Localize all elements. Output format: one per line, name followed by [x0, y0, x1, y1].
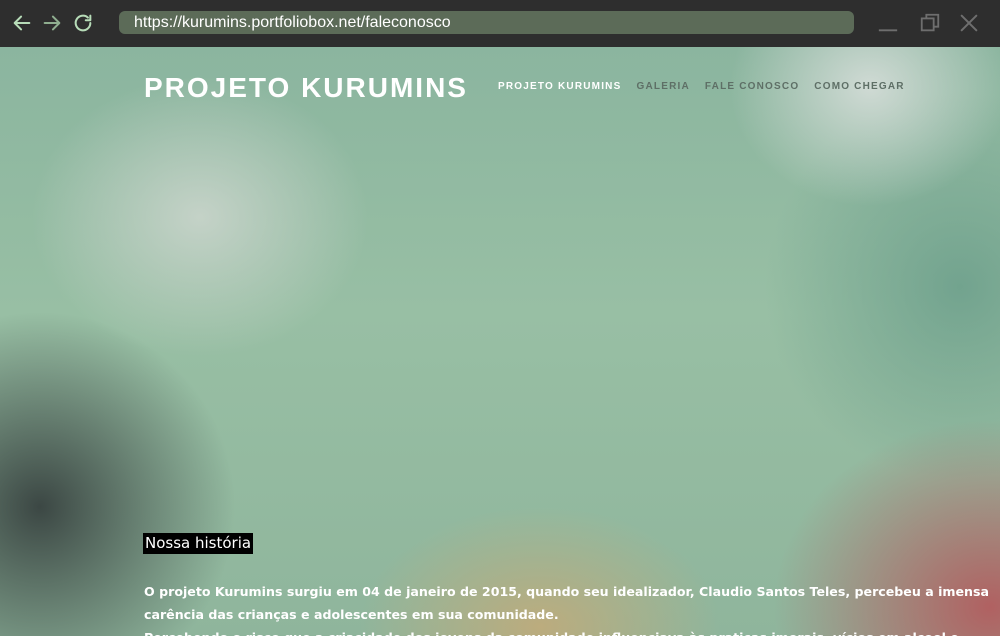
address-bar[interactable]: https://kurumins.portfoliobox.net/faleco…	[119, 11, 854, 34]
browser-toolbar: https://kurumins.portfoliobox.net/faleco…	[0, 0, 1000, 47]
site-brand[interactable]: PROJETO KURUMINS	[144, 72, 468, 104]
page-content: PROJETO KURUMINS PROJETO KURUMINS GALERI…	[0, 47, 1000, 636]
reload-icon[interactable]	[70, 10, 96, 36]
address-bar-url: https://kurumins.portfoliobox.net/faleco…	[134, 13, 451, 31]
forward-icon[interactable]	[39, 10, 65, 36]
section-title: Nossa história	[143, 533, 254, 554]
story-line: carência das crianças e adolescentes em …	[144, 607, 559, 622]
site-nav: PROJETO KURUMINS GALERIA FALE CONOSCO CO…	[498, 81, 920, 92]
maximize-icon[interactable]	[917, 10, 943, 36]
story-line: Percebendo o risco que a criacidade dos …	[144, 626, 959, 636]
nav-item-fale-conosco[interactable]: FALE CONOSCO	[705, 81, 799, 92]
story-text: O projeto Kurumins surgiu em 04 de janei…	[144, 580, 990, 636]
nav-item-galeria[interactable]: GALERIA	[636, 81, 689, 92]
nav-item-projeto-kurumins[interactable]: PROJETO KURUMINS	[498, 81, 621, 92]
minimize-icon[interactable]	[875, 10, 901, 36]
close-icon[interactable]	[956, 10, 982, 36]
story-line: O projeto Kurumins surgiu em 04 de janei…	[144, 584, 990, 599]
back-icon[interactable]	[9, 10, 35, 36]
nav-item-como-chegar[interactable]: COMO CHEGAR	[814, 81, 904, 92]
